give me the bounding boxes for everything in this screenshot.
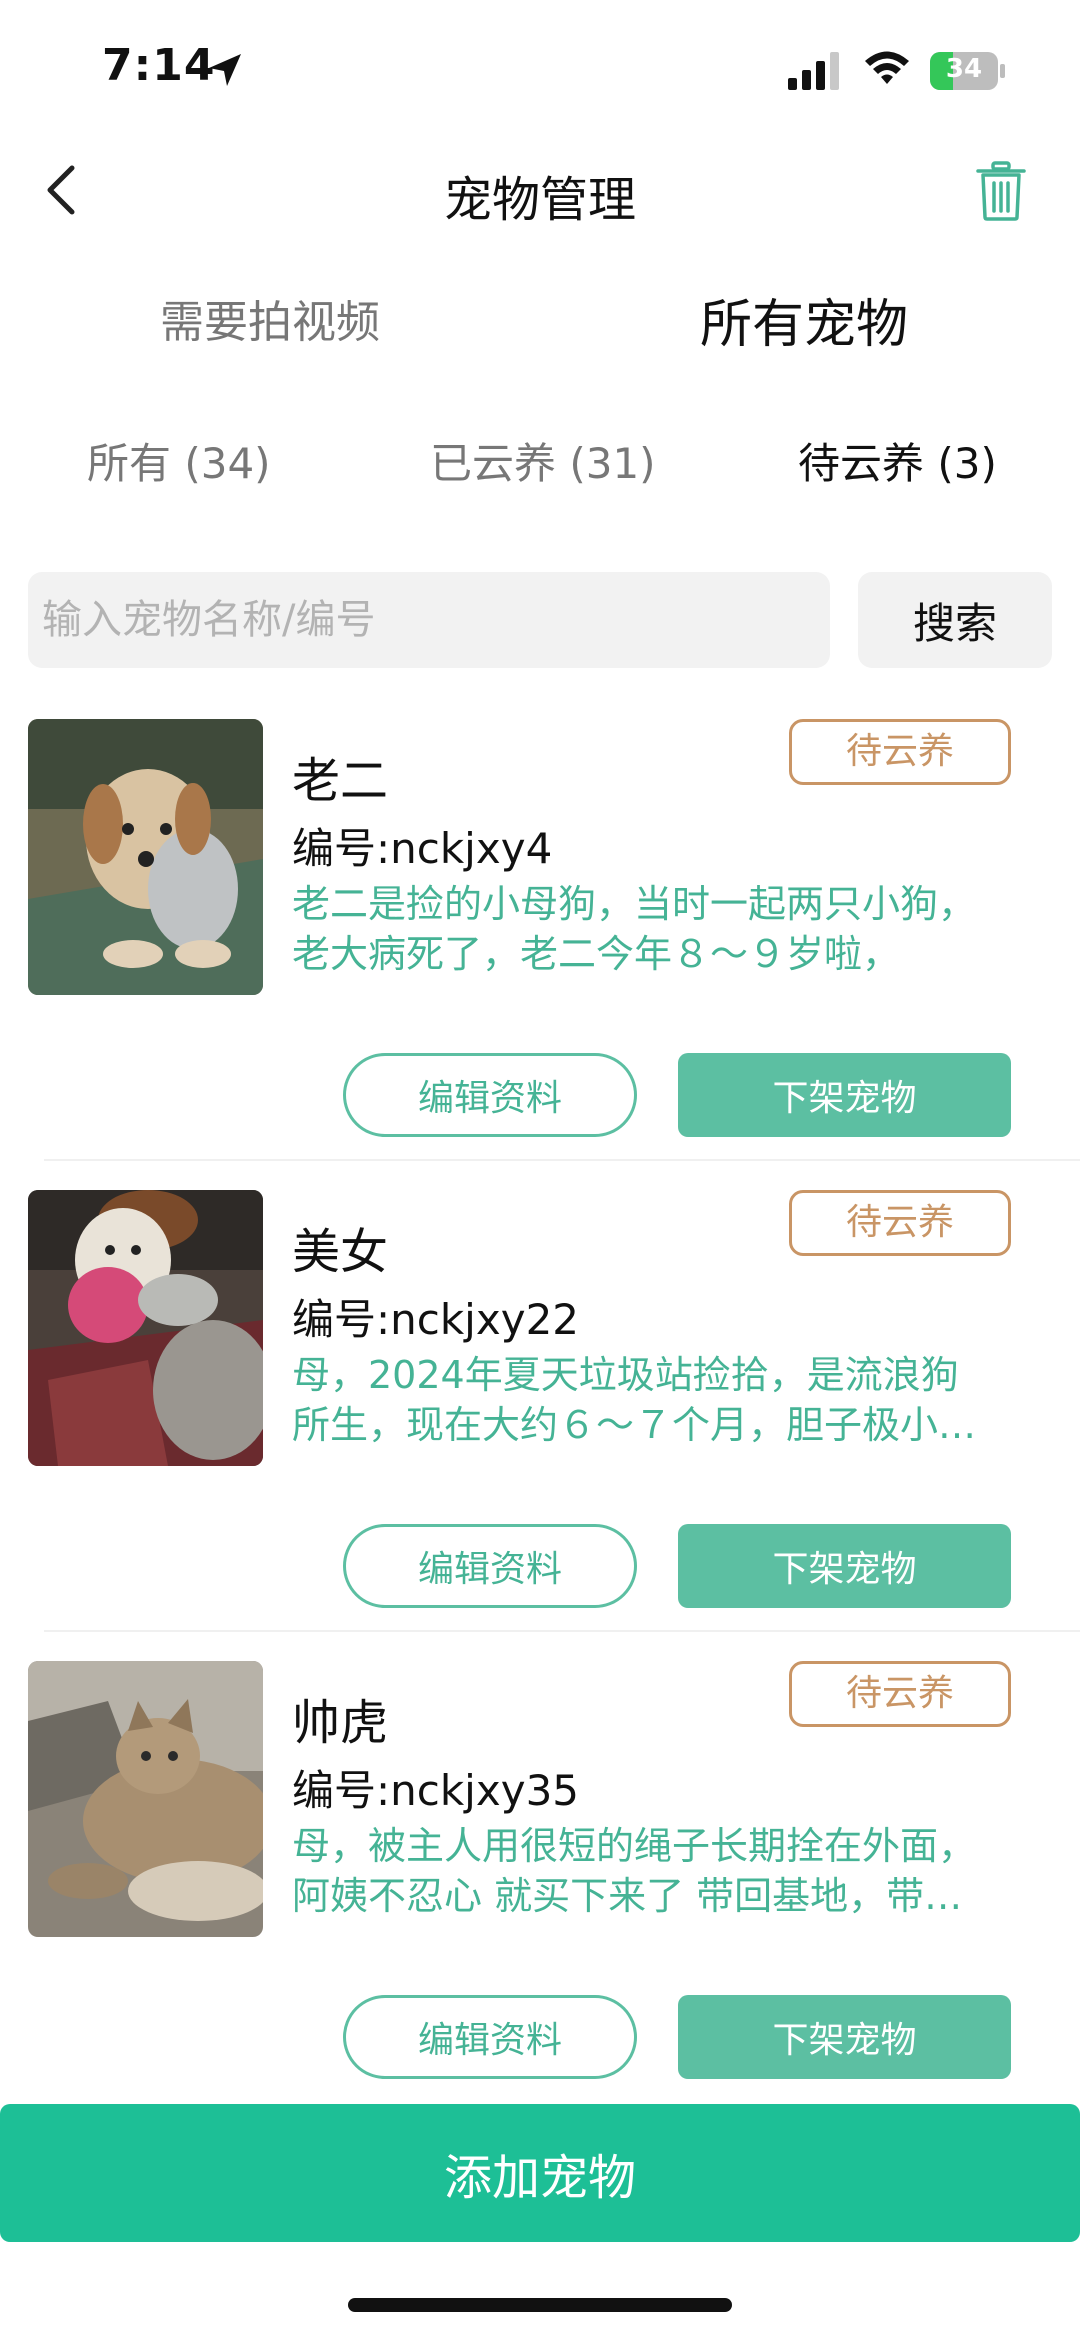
pet-card: 美女 编号:nckjxy22 母，2024年夏天垃圾站捡拾，是流浪狗 所生，现在… (0, 1190, 1080, 1660)
filter-tab-adopted[interactable]: 已云养 (31) (430, 430, 656, 491)
filter-tab-all[interactable]: 所有 (34) (87, 430, 271, 491)
add-pet-button[interactable]: 添加宠物 (0, 2104, 1080, 2242)
pet-description: 母，被主人用很短的绳子长期拴在外面， 阿姨不忍心 就买下来了 带回基地，带… (292, 1824, 977, 1918)
status-badge: 待云养 (789, 719, 1011, 785)
battery-icon: 34 (930, 52, 1006, 90)
status-time: 7:14 (102, 40, 216, 91)
pet-name: 帅虎 (292, 1695, 389, 1751)
pet-name: 美女 (292, 1224, 389, 1280)
status-badge: 待云养 (789, 1661, 1011, 1727)
remove-pet-button[interactable]: 下架宠物 (678, 1524, 1011, 1608)
location-arrow-icon (209, 54, 241, 86)
remove-pet-button[interactable]: 下架宠物 (678, 1053, 1011, 1137)
tab-need-video[interactable]: 需要拍视频 (160, 286, 380, 350)
status-badge: 待云养 (789, 1190, 1011, 1256)
search-input[interactable] (28, 572, 830, 668)
pet-id: 编号:nckjxy22 (292, 1295, 580, 1344)
page-title: 宠物管理 (443, 172, 636, 228)
pet-photo[interactable] (28, 719, 263, 995)
edit-profile-button[interactable]: 编辑资料 (343, 1995, 637, 2079)
remove-pet-button[interactable]: 下架宠物 (678, 1995, 1011, 2079)
cellular-signal-icon (788, 52, 839, 90)
trash-icon[interactable] (975, 160, 1027, 222)
tab-all-pets[interactable]: 所有宠物 (700, 282, 908, 357)
battery-level: 34 (945, 54, 983, 84)
search-button[interactable]: 搜索 (858, 572, 1052, 668)
pet-id: 编号:nckjxy4 (292, 824, 553, 873)
pet-description: 老二是捡的小母狗，当时一起两只小狗， 老大病死了，老二今年８～９岁啦， (292, 882, 977, 976)
pet-name: 老二 (292, 753, 389, 809)
status-bar: 7:14 34 (0, 0, 1080, 140)
pet-description: 母，2024年夏天垃圾站捡拾，是流浪狗 所生，现在大约６～７个月，胆子极小… (292, 1353, 977, 1447)
divider (44, 1630, 1080, 1632)
pet-id: 编号:nckjxy35 (292, 1766, 580, 1815)
filter-tab-pending[interactable]: 待云养 (3) (798, 430, 997, 491)
divider (44, 1159, 1080, 1161)
pet-card: 帅虎 编号:nckjxy35 母，被主人用很短的绳子长期拴在外面， 阿姨不忍心 … (0, 1661, 1080, 2131)
wifi-icon (865, 51, 909, 84)
pet-photo[interactable] (28, 1661, 263, 1937)
edit-profile-button[interactable]: 编辑资料 (343, 1524, 637, 1608)
pet-photo[interactable] (28, 1190, 263, 1466)
edit-profile-button[interactable]: 编辑资料 (343, 1053, 637, 1137)
home-indicator[interactable] (348, 2298, 732, 2312)
pet-card: 老二 编号:nckjxy4 老二是捡的小母狗，当时一起两只小狗， 老大病死了，老… (0, 719, 1080, 1189)
